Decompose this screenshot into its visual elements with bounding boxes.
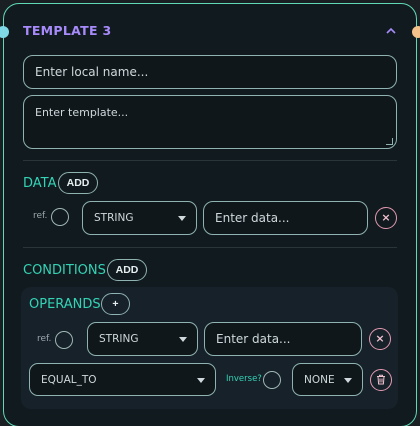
add-operand-button[interactable]: +	[101, 293, 130, 315]
resize-handle-icon[interactable]	[386, 138, 393, 145]
data-value-input[interactable]: Enter data...	[203, 201, 368, 235]
template-textarea[interactable]: Enter template...	[23, 95, 397, 149]
remove-operand-button[interactable]: ×	[369, 328, 391, 350]
local-name-input[interactable]: Enter local name...	[23, 55, 397, 89]
trash-icon	[377, 374, 385, 385]
ref-label: ref.	[33, 211, 48, 221]
operand-ref-radio[interactable]	[55, 331, 73, 349]
chevron-down-icon	[197, 377, 205, 383]
data-section-label: DATA	[23, 176, 57, 191]
divider	[23, 247, 397, 248]
chevron-up-icon[interactable]	[384, 24, 398, 38]
operands-label: OPERANDS	[29, 297, 101, 312]
add-condition-button[interactable]: ADD	[107, 259, 147, 281]
node-title: TEMPLATE 3	[23, 23, 112, 38]
inverse-label: Inverse?	[226, 374, 262, 384]
conditions-section-label: CONDITIONS	[23, 263, 106, 278]
add-data-button[interactable]: ADD	[58, 172, 98, 194]
operand-type-select[interactable]: STRING	[87, 322, 198, 356]
combine-select[interactable]: NONE	[292, 363, 363, 396]
close-icon: ×	[375, 332, 385, 345]
close-icon: ×	[381, 211, 391, 224]
ref-label: ref.	[37, 334, 52, 344]
output-port[interactable]	[412, 26, 420, 38]
delete-condition-button[interactable]	[370, 369, 392, 391]
plus-icon: +	[112, 298, 119, 310]
ref-radio[interactable]	[51, 208, 69, 226]
chevron-down-icon	[178, 216, 186, 221]
chevron-down-icon	[179, 337, 187, 342]
inverse-radio[interactable]	[263, 371, 281, 389]
remove-data-button[interactable]: ×	[375, 207, 397, 229]
operand-value-input[interactable]: Enter data...	[204, 322, 362, 356]
chevron-down-icon	[344, 377, 352, 383]
data-type-select[interactable]: STRING	[82, 201, 197, 235]
divider	[23, 160, 397, 161]
operator-select[interactable]: EQUAL_TO	[29, 363, 216, 396]
